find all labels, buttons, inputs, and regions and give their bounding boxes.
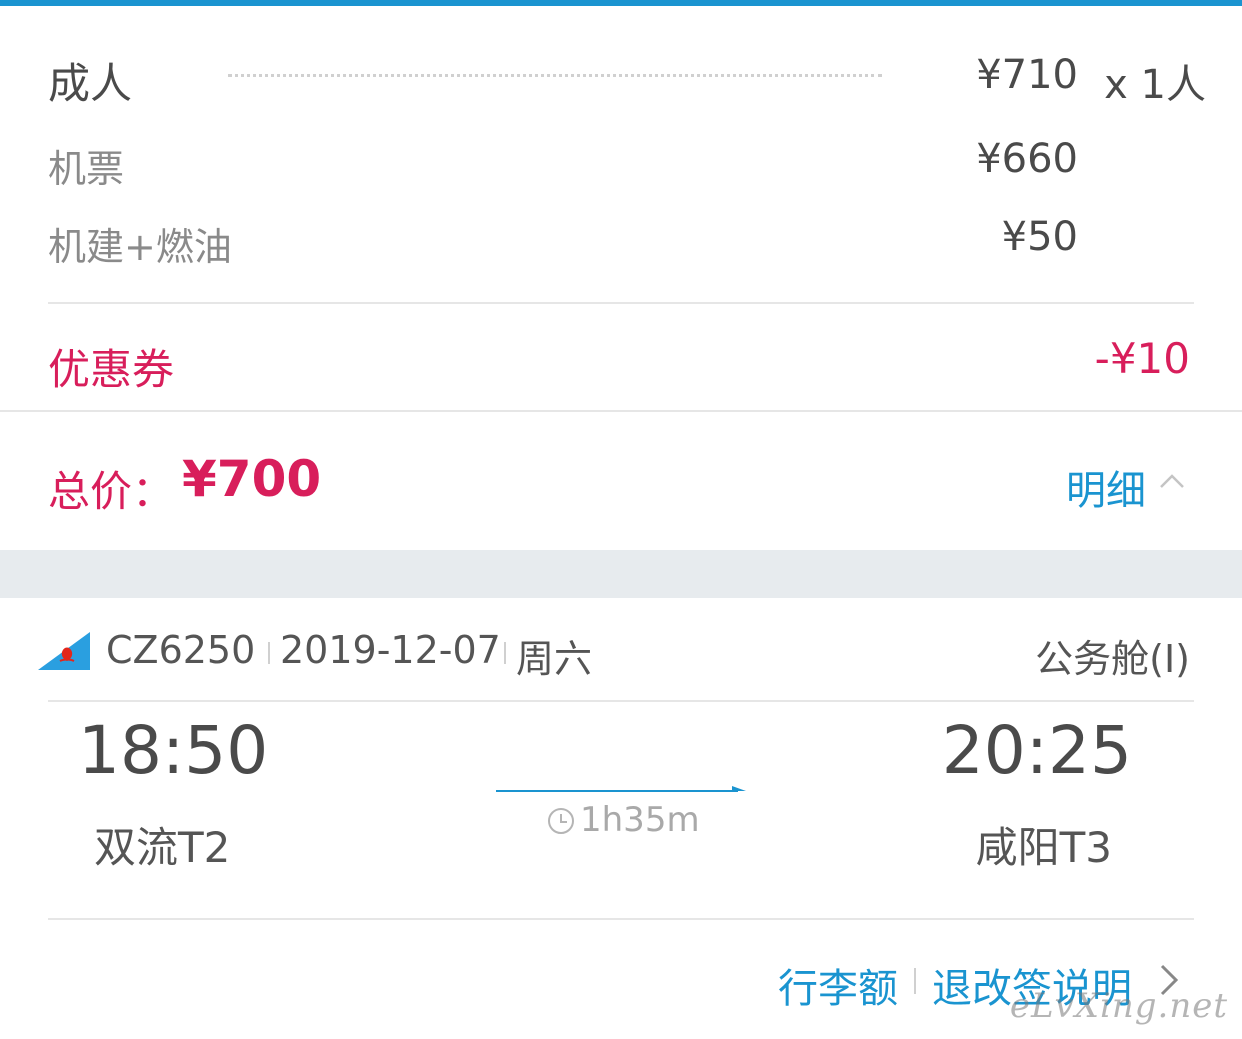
adult-count: x 1人 [1104, 62, 1206, 108]
chevron-up-icon[interactable] [1158, 470, 1186, 492]
details-toggle-link[interactable]: 明细 [1066, 458, 1146, 516]
dotted-leader [228, 74, 882, 77]
watermark: eLvXing.net [1009, 986, 1228, 1026]
cabin-class: 公务舱(I) [1035, 637, 1190, 681]
departure-airport: 双流T2 [94, 823, 231, 872]
total-price: ¥700 [182, 450, 322, 508]
coupon-amount: -¥10 [1094, 334, 1190, 383]
separator [914, 968, 916, 994]
flight-date: 2019-12-07 [280, 628, 501, 672]
total-label: 总价： [48, 467, 175, 516]
section-separator [0, 550, 1242, 598]
separator [504, 642, 506, 664]
tax-label: 机建+燃油 [48, 225, 232, 269]
top-accent-bar [0, 0, 1242, 6]
divider [48, 302, 1194, 304]
divider [0, 410, 1242, 412]
separator [268, 642, 270, 664]
divider [48, 700, 1194, 702]
divider [48, 918, 1194, 920]
arrival-time: 20:25 [941, 712, 1132, 789]
adult-price: ¥710 [976, 52, 1078, 98]
clock-icon [548, 808, 574, 834]
flight-weekday: 周六 [516, 637, 593, 681]
baggage-allowance-link[interactable]: 行李额 [778, 956, 898, 1014]
flight-arrow-icon [496, 786, 746, 792]
flight-duration: 1h35m [580, 800, 700, 840]
adult-label: 成人 [48, 59, 133, 108]
china-southern-airlines-logo-icon [38, 632, 90, 670]
arrival-airport: 咸阳T3 [975, 823, 1112, 872]
ticket-price: ¥660 [976, 136, 1078, 182]
coupon-label: 优惠券 [48, 345, 175, 394]
tax-price: ¥50 [1001, 214, 1078, 260]
ticket-label: 机票 [48, 147, 125, 191]
flight-number: CZ6250 [106, 628, 256, 672]
departure-time: 18:50 [78, 712, 269, 789]
